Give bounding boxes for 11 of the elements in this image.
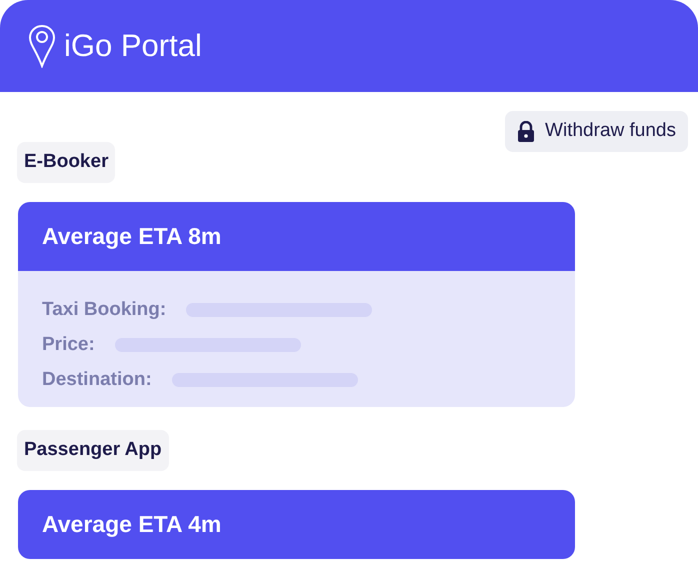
field-label: Destination: <box>42 368 152 392</box>
section-label: E-Booker <box>17 142 116 183</box>
withdraw-funds-button[interactable]: Withdraw funds <box>505 111 688 152</box>
card-title: Average ETA 4m <box>42 510 222 540</box>
lock-icon <box>517 120 536 142</box>
location-pin-icon <box>28 24 56 68</box>
field-label: Price: <box>42 332 95 357</box>
section-label: Passenger App <box>17 430 169 471</box>
app-title: iGo Portal <box>64 26 202 65</box>
card-title: Average ETA 8m <box>42 222 222 252</box>
field-label: Taxi Booking: <box>42 298 166 322</box>
